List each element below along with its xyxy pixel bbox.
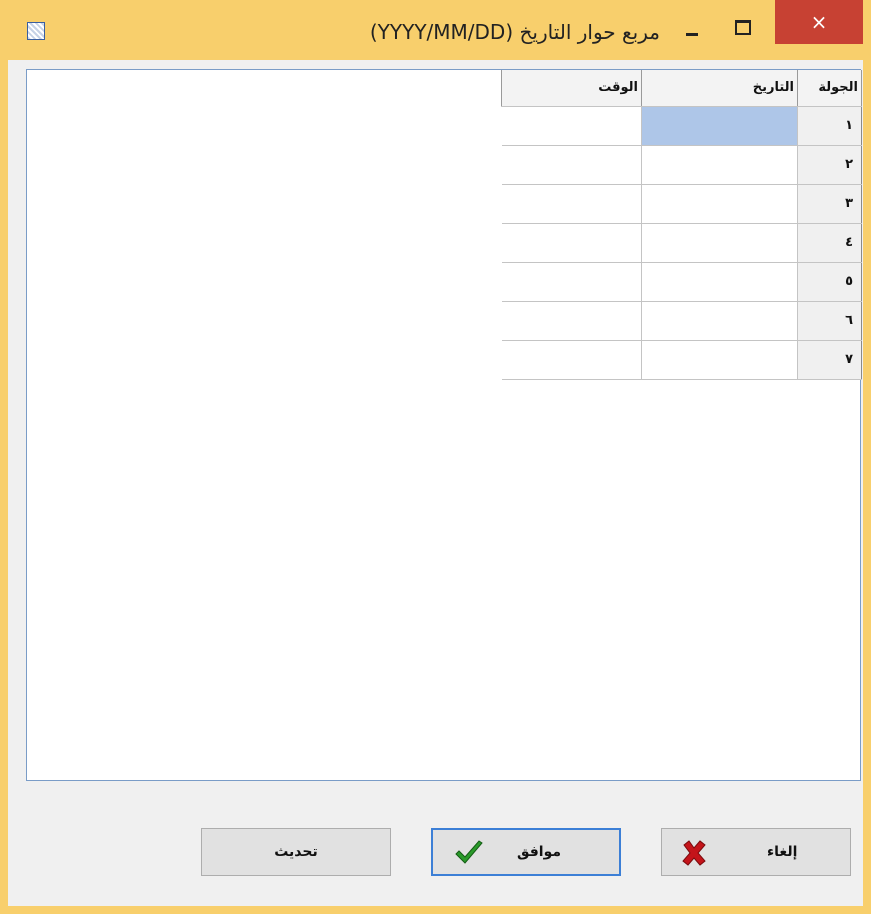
date-cell-selected[interactable]: [641, 106, 798, 146]
date-cell[interactable]: [641, 262, 798, 302]
table-row: ٧: [501, 340, 862, 380]
close-icon: ×: [810, 10, 828, 34]
time-cell[interactable]: [501, 145, 642, 185]
time-cell[interactable]: [501, 301, 642, 341]
minimize-button[interactable]: [680, 20, 706, 40]
column-header-round[interactable]: الجولة: [797, 70, 862, 107]
row-number[interactable]: ٢: [797, 145, 862, 185]
close-button[interactable]: ×: [775, 0, 863, 44]
table-row: ١: [501, 106, 862, 146]
row-number[interactable]: ٥: [797, 262, 862, 302]
maximize-button[interactable]: [725, 16, 759, 40]
table-row: ٣: [501, 184, 862, 224]
date-cell[interactable]: [641, 184, 798, 224]
row-number[interactable]: ٣: [797, 184, 862, 224]
window-title: مربع حوار التاريخ (YYYY/MM/DD): [369, 20, 660, 44]
row-number[interactable]: ٦: [797, 301, 862, 341]
time-cell[interactable]: [501, 223, 642, 263]
table-row: ٤: [501, 223, 862, 263]
grid-pane: الوقت التاريخ الجولة ١ ٢ ٣ ٤ ٥ ٦ ٧: [26, 69, 862, 781]
time-cell[interactable]: [501, 340, 642, 380]
red-x-icon: [682, 840, 706, 866]
date-cell[interactable]: [641, 223, 798, 263]
time-cell[interactable]: [501, 262, 642, 302]
row-number[interactable]: ١: [797, 106, 862, 146]
title-bar[interactable]: مربع حوار التاريخ (YYYY/MM/DD) ×: [0, 0, 871, 60]
dialog-client-area: الوقت التاريخ الجولة ١ ٢ ٣ ٤ ٥ ٦ ٧ تحديث…: [8, 60, 863, 906]
update-button-label: تحديث: [274, 844, 318, 860]
calendar-grid-icon[interactable]: [27, 22, 45, 40]
time-cell[interactable]: [501, 106, 642, 146]
cancel-button-label: إلغاء: [767, 844, 798, 860]
ok-button-label: موافق: [517, 844, 562, 860]
date-dialog-window: مربع حوار التاريخ (YYYY/MM/DD) × الوقت ا…: [0, 0, 871, 914]
cancel-button[interactable]: إلغاء: [661, 828, 851, 876]
table-row: ٥: [501, 262, 862, 302]
grid-header-row: الوقت التاريخ الجولة: [501, 70, 862, 107]
green-checkmark-icon: [455, 840, 483, 864]
date-cell[interactable]: [641, 340, 798, 380]
row-number[interactable]: ٧: [797, 340, 862, 380]
row-number[interactable]: ٤: [797, 223, 862, 263]
ok-button[interactable]: موافق: [431, 828, 621, 876]
time-cell[interactable]: [501, 184, 642, 224]
date-cell[interactable]: [641, 145, 798, 185]
table-row: ٦: [501, 301, 862, 341]
column-header-date[interactable]: التاريخ: [641, 70, 798, 107]
update-button[interactable]: تحديث: [201, 828, 391, 876]
dates-grid: الوقت التاريخ الجولة ١ ٢ ٣ ٤ ٥ ٦ ٧: [501, 70, 862, 380]
table-row: ٢: [501, 145, 862, 185]
column-header-time[interactable]: الوقت: [501, 70, 642, 107]
date-cell[interactable]: [641, 301, 798, 341]
